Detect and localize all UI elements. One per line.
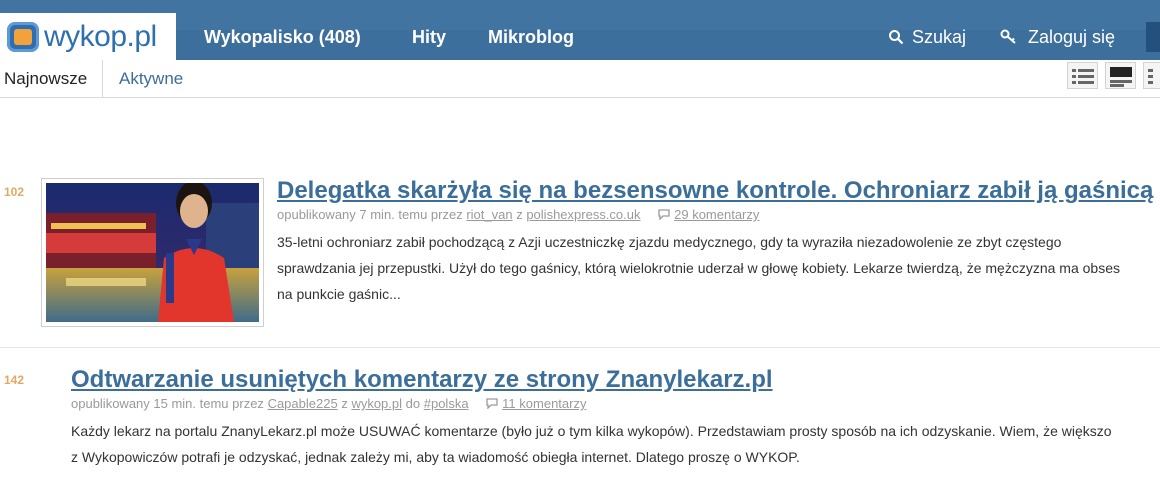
search-icon [889,30,904,45]
logo-text: wykop.pl [44,20,157,53]
entry-thumbnail[interactable] [41,178,264,327]
grid-view-button[interactable] [1143,62,1160,89]
comments-count[interactable]: 29 komentarzy [674,207,759,222]
entry-title-link[interactable]: Odtwarzanie usuniętych komentarzy ze str… [71,366,773,394]
nav-wykopalisko[interactable]: Wykopalisko (408) [204,26,361,48]
source-link[interactable]: polishexpress.co.uk [526,207,640,222]
logo[interactable]: wykop.pl [0,13,176,60]
vote-count[interactable]: 142 [4,373,24,387]
comment-icon [658,209,670,221]
entry-meta: opublikowany 15 min. temu przez Capable2… [71,396,586,412]
login-label: Zaloguj się [1028,27,1116,47]
navbar-user-block[interactable] [1146,22,1160,52]
author-link[interactable]: riot_van [466,207,512,222]
description-line: Każdy lekarz na portalu ZnanyLekarz.pl m… [71,423,1112,439]
nav-mikroblog[interactable]: Mikroblog [488,26,574,48]
login-button[interactable]: Zaloguj się [1000,26,1115,48]
description-line: na punkcie gaśnic... [277,286,401,302]
tag-link[interactable]: #polska [424,396,469,411]
comments-link[interactable]: 11 komentarzy [486,396,586,411]
entry-title-link[interactable]: Delegatka skarżyła się na bezsensowne ko… [277,177,1153,205]
tab-najnowsze[interactable]: Najnowsze [0,60,103,97]
published-info: opublikowany 7 min. temu przez [277,207,463,222]
top-navbar: wykop.pl Wykopalisko (408) Hity Mikroblo… [0,0,1160,60]
entry-meta: opublikowany 7 min. temu przez riot_van … [277,207,759,223]
thumbnail-view-button[interactable] [1105,62,1136,89]
comment-icon [486,398,498,410]
author-link[interactable]: Capable225 [268,396,338,411]
search-label: Szukaj [912,27,967,47]
tab-aktywne[interactable]: Aktywne [119,60,183,97]
listing-tabs: Najnowsze Aktywne [0,60,1160,98]
source-link[interactable]: wykop.pl [351,396,402,411]
list-view-button[interactable] [1067,62,1098,89]
source-prefix: z [516,207,523,222]
comments-count[interactable]: 11 komentarzy [502,396,586,411]
vote-count[interactable]: 102 [4,185,24,199]
source-prefix: z [341,396,348,411]
entry-description: Każdy lekarz na portalu ZnanyLekarz.pl m… [71,418,1112,470]
key-icon [1000,29,1016,44]
comments-link[interactable]: 29 komentarzy [658,207,759,222]
description-line: z Wykopowiczów potrafi je odzyskać, jedn… [71,449,800,465]
search-button[interactable]: Szukaj [888,26,966,48]
tag-prefix: do [405,396,421,411]
thumbnail-image [46,183,259,322]
published-info: opublikowany 15 min. temu przez [71,396,264,411]
nav-hity[interactable]: Hity [412,26,446,48]
entry-divider [0,347,1160,348]
description-line: sprawdzania jej przepustki. Użył do tego… [277,260,1120,276]
description-line: 35-letni ochroniarz zabił pochodzącą z A… [277,234,1062,250]
entry-description: 35-letni ochroniarz zabił pochodzącą z A… [277,229,1120,307]
wykop-logo-icon [7,22,39,52]
